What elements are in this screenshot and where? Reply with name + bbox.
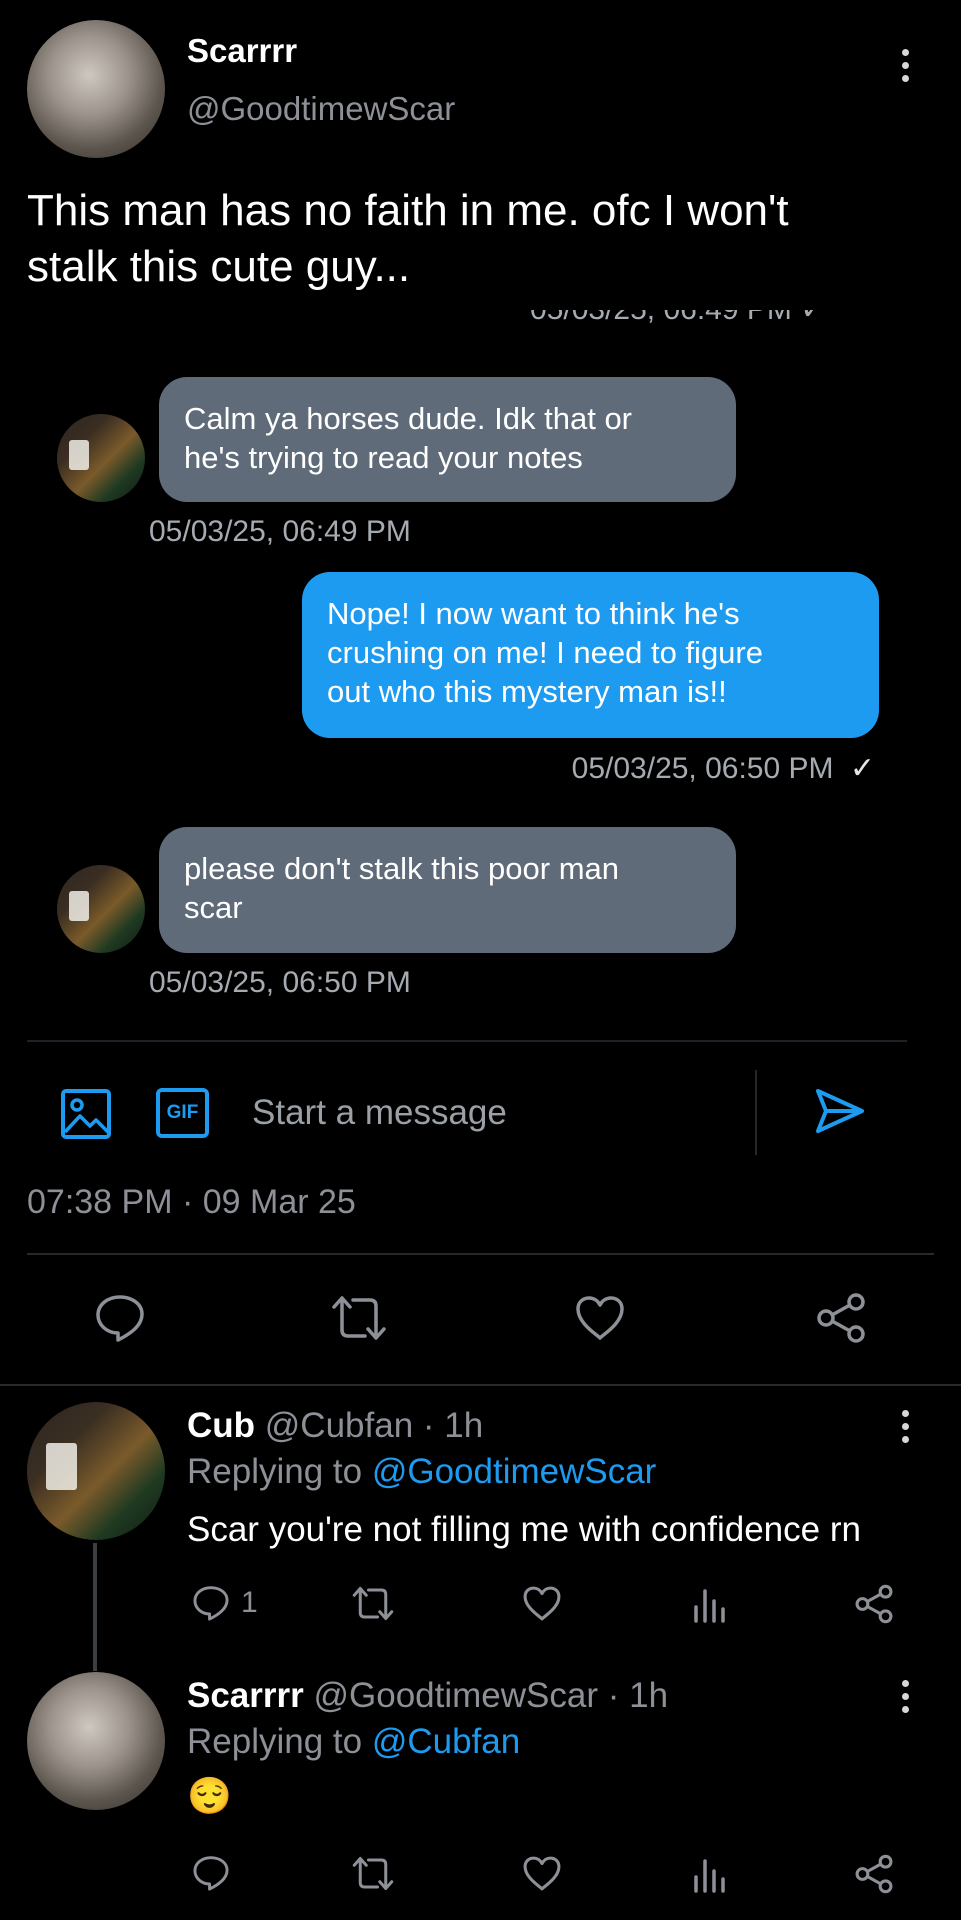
message-line: Calm ya horses dude. Idk that or bbox=[184, 401, 633, 436]
like-icon[interactable] bbox=[522, 1585, 562, 1622]
tweet-text-line: stalk this cute guy... bbox=[27, 242, 411, 291]
dm-avatar bbox=[57, 865, 145, 953]
message-line: please don't stalk this poor man bbox=[184, 851, 619, 886]
tweet-text-line: This man has no faith in me. ofc I won't bbox=[27, 186, 789, 235]
dm-timestamp: 05/03/25, 06:50 PM bbox=[149, 966, 411, 999]
dm-timestamp: 05/03/25, 06:49 PM bbox=[149, 515, 411, 548]
reply-author-name[interactable]: Cub bbox=[187, 1406, 255, 1445]
views-icon[interactable] bbox=[692, 1585, 726, 1623]
dm-composer-divider bbox=[27, 1040, 907, 1042]
reply-actions bbox=[187, 1850, 907, 1900]
reply-icon[interactable] bbox=[192, 1854, 230, 1892]
reply-header: Scarrrr @GoodtimewScar · 1h bbox=[187, 1676, 668, 1716]
reply-avatar[interactable] bbox=[27, 1672, 165, 1810]
replying-to-link[interactable]: @Cubfan bbox=[372, 1722, 520, 1761]
retweet-icon[interactable] bbox=[352, 1586, 394, 1621]
reply-emoji: 😌 bbox=[187, 1775, 232, 1816]
message-line: Nope! I now want to think he's bbox=[327, 596, 740, 631]
dm-message-bubble: Calm ya horses dude. Idk that or he's tr… bbox=[159, 377, 736, 502]
replying-to-label: Replying to bbox=[187, 1722, 372, 1761]
message-line: he's trying to read your notes bbox=[184, 440, 583, 475]
gif-icon: GIF bbox=[156, 1088, 209, 1138]
reply-count: 1 bbox=[241, 1586, 258, 1619]
more-options-icon[interactable] bbox=[901, 49, 909, 82]
message-line: crushing on me! I need to figure bbox=[327, 635, 763, 670]
author-handle[interactable]: @GoodtimewScar bbox=[187, 90, 455, 128]
share-icon[interactable] bbox=[854, 1584, 894, 1624]
gif-label: GIF bbox=[166, 1102, 199, 1123]
tweet-text: This man has no faith in me. ofc I won't… bbox=[27, 183, 789, 295]
more-options-icon[interactable] bbox=[901, 1680, 909, 1713]
reply-actions: 1 bbox=[187, 1580, 907, 1630]
share-icon[interactable] bbox=[854, 1854, 894, 1894]
views-icon[interactable] bbox=[692, 1855, 726, 1893]
thread-line bbox=[93, 1543, 97, 1671]
share-icon[interactable] bbox=[815, 1292, 867, 1344]
reply-text: Scar you're not filling me with confiden… bbox=[187, 1510, 861, 1549]
dm-cut-timestamp: 05/03/25, 06:49 PM ✓ bbox=[520, 310, 880, 332]
dm-avatar bbox=[57, 414, 145, 502]
reply-icon[interactable] bbox=[94, 1293, 146, 1343]
replying-to-label: Replying to bbox=[187, 1452, 372, 1491]
dm-timestamp: 05/03/25, 06:50 PM ✓ bbox=[572, 751, 875, 786]
message-line: scar bbox=[184, 890, 243, 925]
reply-icon[interactable] bbox=[192, 1584, 230, 1622]
reply-author-name[interactable]: Scarrrr bbox=[187, 1676, 304, 1715]
sent-check-icon: ✓ bbox=[849, 752, 875, 785]
replying-to: Replying to @GoodtimewScar bbox=[187, 1452, 656, 1492]
divider bbox=[0, 1384, 961, 1386]
reply-header: Cub @Cubfan · 1h bbox=[187, 1406, 483, 1446]
divider bbox=[27, 1253, 934, 1255]
dm-message-bubble: please don't stalk this poor man scar bbox=[159, 827, 736, 953]
like-icon[interactable] bbox=[574, 1294, 626, 1342]
image-icon bbox=[60, 1088, 112, 1140]
send-icon bbox=[815, 1087, 865, 1135]
reply-author-handle[interactable]: @GoodtimewScar bbox=[314, 1676, 599, 1715]
dm-message-bubble: Nope! I now want to think he's crushing … bbox=[302, 572, 879, 738]
retweet-icon[interactable] bbox=[331, 1295, 387, 1341]
reply-author-handle[interactable]: @Cubfan bbox=[265, 1406, 413, 1445]
tweet-timestamp: 07:38 PM · 09 Mar 25 bbox=[27, 1183, 356, 1221]
more-options-icon[interactable] bbox=[901, 1410, 909, 1443]
message-line: out who this mystery man is!! bbox=[327, 674, 727, 709]
replying-to-link[interactable]: @GoodtimewScar bbox=[372, 1452, 657, 1491]
author-name[interactable]: Scarrrr bbox=[187, 32, 297, 70]
message-input: Start a message bbox=[252, 1093, 507, 1132]
retweet-icon[interactable] bbox=[352, 1856, 394, 1891]
replying-to: Replying to @Cubfan bbox=[187, 1722, 520, 1762]
reply-time: · 1h bbox=[422, 1406, 484, 1445]
composer-separator bbox=[755, 1070, 757, 1155]
like-icon[interactable] bbox=[522, 1855, 562, 1892]
dm-time-text: 05/03/25, 06:50 PM bbox=[571, 752, 834, 785]
author-avatar[interactable] bbox=[27, 20, 165, 158]
reply-time: · 1h bbox=[607, 1676, 669, 1715]
reply-avatar[interactable] bbox=[27, 1402, 165, 1540]
